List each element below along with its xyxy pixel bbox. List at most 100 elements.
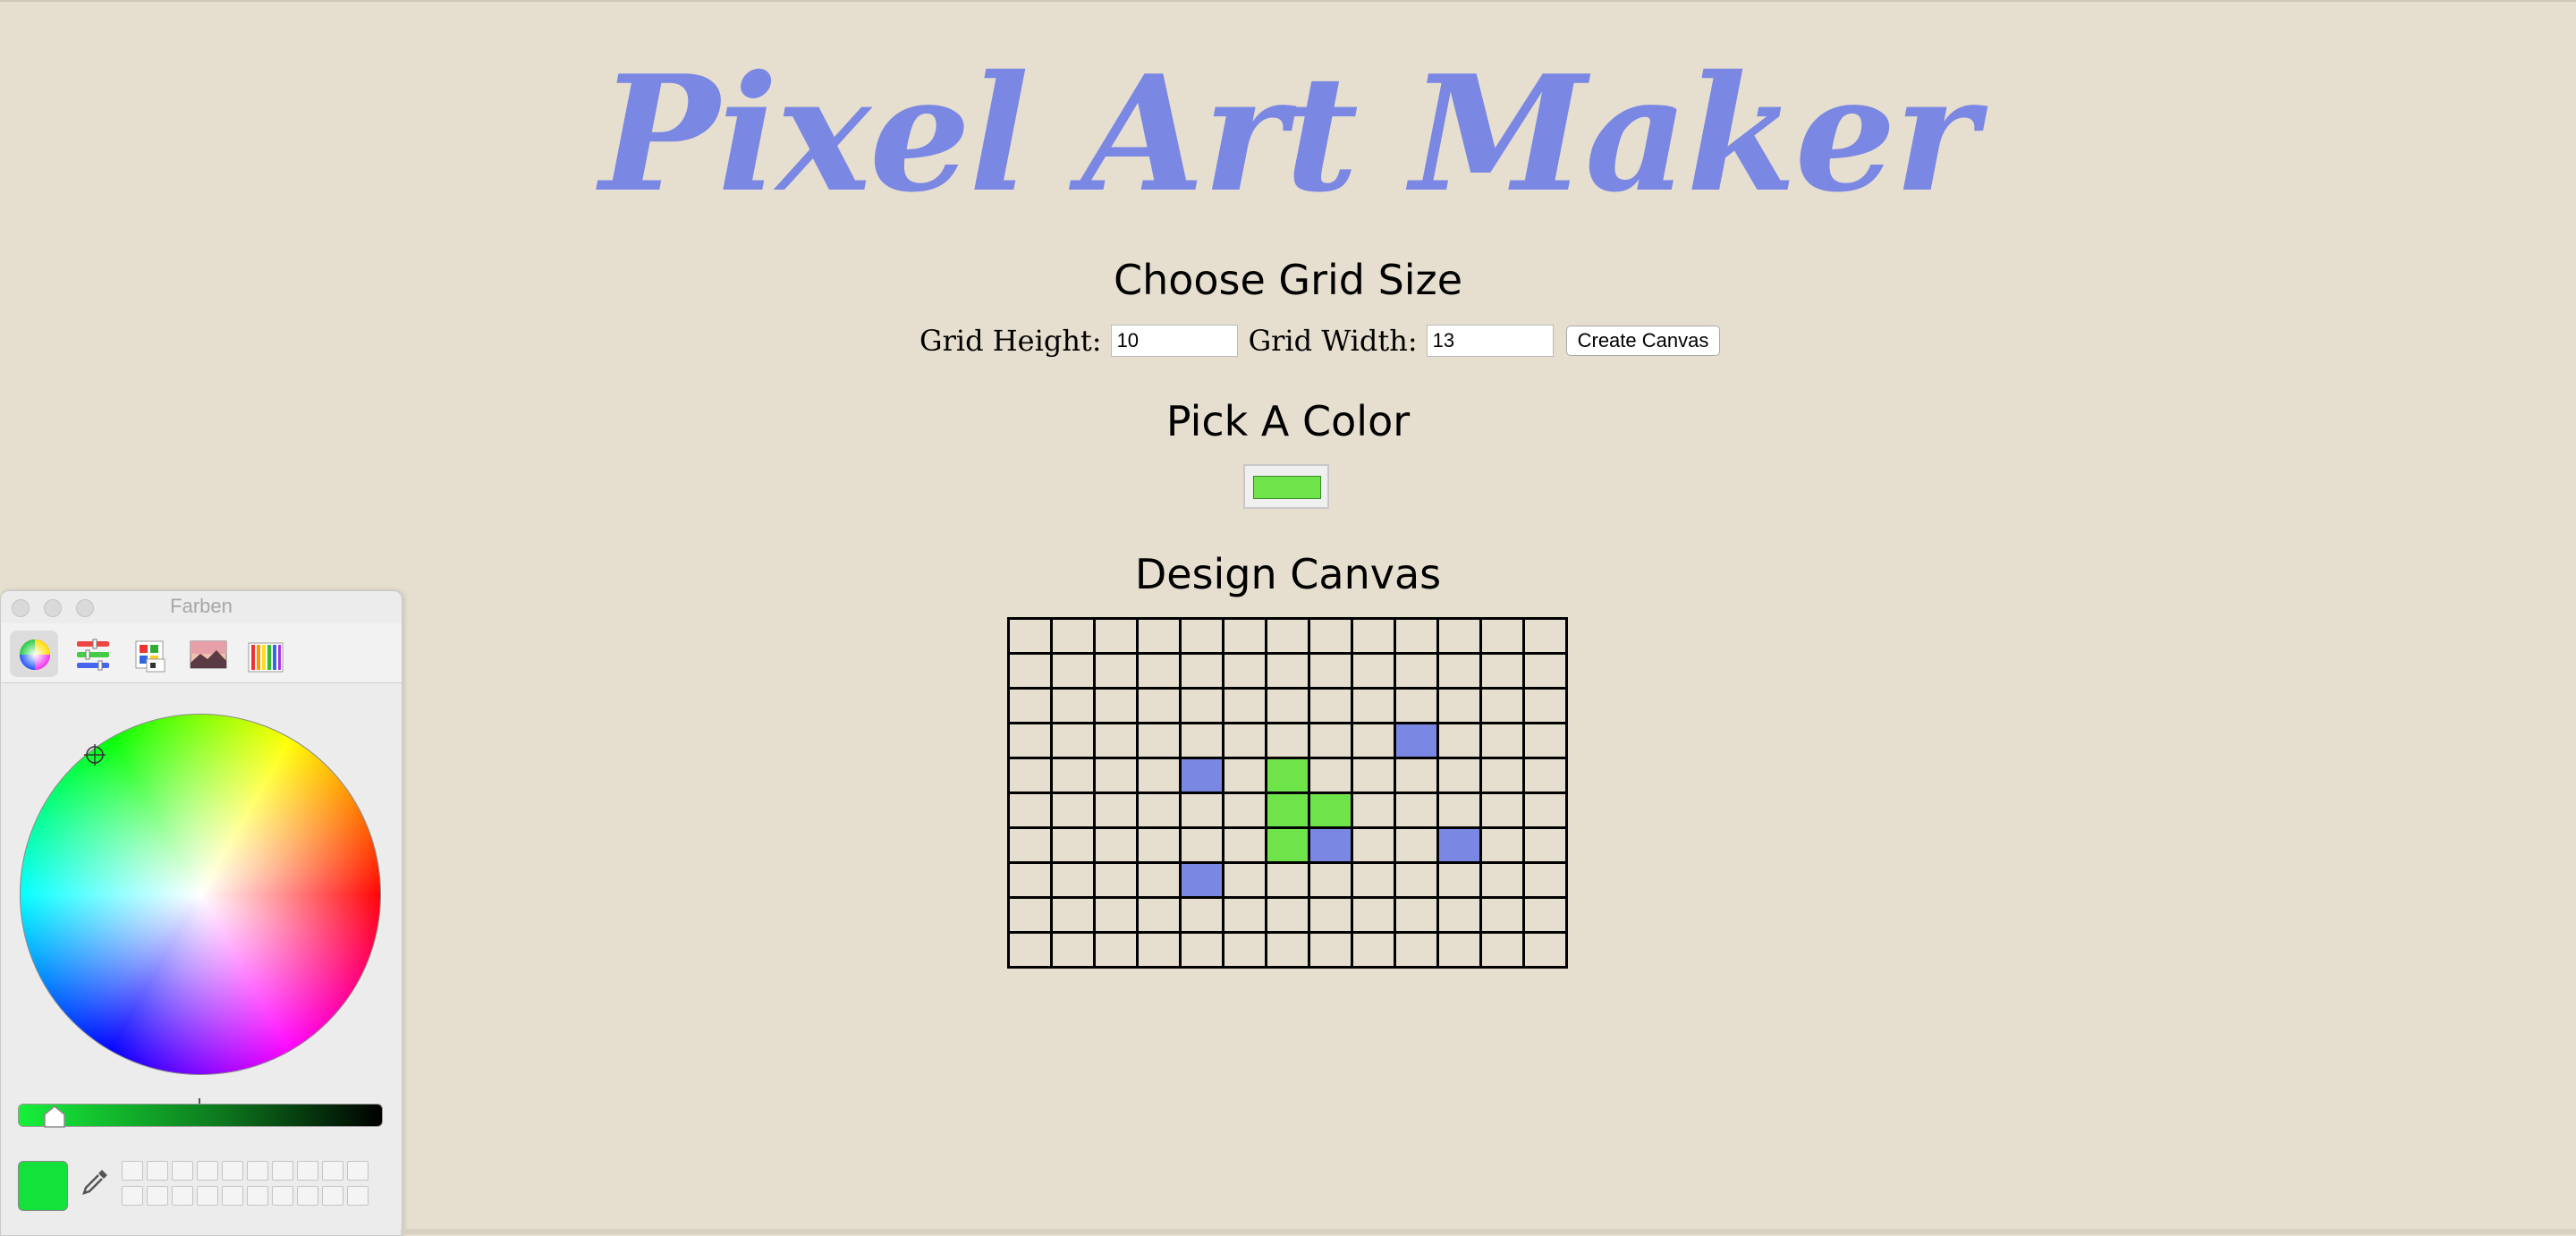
canvas-cell[interactable]: [1522, 826, 1568, 864]
canvas-cell[interactable]: [1351, 617, 1396, 655]
canvas-cell[interactable]: [1308, 652, 1353, 690]
canvas-cell[interactable]: [1522, 687, 1568, 724]
swatch-slot[interactable]: [222, 1186, 243, 1206]
canvas-cell[interactable]: [1179, 617, 1224, 655]
canvas-cell[interactable]: [1436, 617, 1482, 655]
canvas-cell[interactable]: [1179, 722, 1224, 759]
canvas-cell[interactable]: [1265, 617, 1310, 655]
canvas-cell[interactable]: [1050, 757, 1096, 794]
canvas-cell[interactable]: [1179, 826, 1224, 864]
canvas-cell[interactable]: [1351, 792, 1396, 829]
canvas-cell[interactable]: [1050, 792, 1096, 829]
canvas-cell[interactable]: [1093, 931, 1139, 969]
canvas-cell[interactable]: [1351, 931, 1396, 969]
swatch-slot[interactable]: [272, 1186, 293, 1206]
brightness-slider[interactable]: [18, 1104, 383, 1127]
canvas-cell[interactable]: [1351, 722, 1396, 759]
canvas-cell[interactable]: [1308, 757, 1353, 794]
canvas-cell[interactable]: [1179, 931, 1224, 969]
canvas-cell[interactable]: [1265, 652, 1310, 690]
canvas-cell[interactable]: [1394, 931, 1439, 969]
canvas-cell[interactable]: [1222, 896, 1267, 934]
eyedropper-icon[interactable]: [79, 1166, 111, 1198]
canvas-cell[interactable]: [1479, 722, 1525, 759]
canvas-cell[interactable]: [1394, 826, 1439, 864]
canvas-cell[interactable]: [1265, 826, 1310, 864]
canvas-cell[interactable]: [1308, 792, 1353, 829]
panel-titlebar[interactable]: Farben: [1, 591, 402, 623]
color-picker-input[interactable]: [1243, 464, 1329, 509]
canvas-cell[interactable]: [1007, 617, 1053, 655]
canvas-cell[interactable]: [1265, 896, 1310, 934]
canvas-cell[interactable]: [1436, 687, 1482, 724]
canvas-cell[interactable]: [1479, 792, 1525, 829]
canvas-cell[interactable]: [1308, 896, 1353, 934]
canvas-cell[interactable]: [1007, 652, 1053, 690]
canvas-cell[interactable]: [1479, 652, 1525, 690]
canvas-cell[interactable]: [1436, 757, 1482, 794]
canvas-cell[interactable]: [1479, 617, 1525, 655]
canvas-cell[interactable]: [1222, 687, 1267, 724]
canvas-cell[interactable]: [1265, 722, 1310, 759]
canvas-cell[interactable]: [1050, 826, 1096, 864]
canvas-cell[interactable]: [1308, 861, 1353, 899]
swatch-slot[interactable]: [147, 1186, 168, 1206]
swatch-slot[interactable]: [172, 1186, 193, 1206]
canvas-cell[interactable]: [1093, 652, 1139, 690]
canvas-cell[interactable]: [1222, 861, 1267, 899]
canvas-cell[interactable]: [1265, 792, 1310, 829]
canvas-cell[interactable]: [1522, 757, 1568, 794]
canvas-cell[interactable]: [1222, 617, 1267, 655]
canvas-cell[interactable]: [1136, 826, 1182, 864]
swatch-slot[interactable]: [147, 1161, 168, 1181]
canvas-cell[interactable]: [1436, 826, 1482, 864]
canvas-cell[interactable]: [1050, 617, 1096, 655]
canvas-cell[interactable]: [1479, 931, 1525, 969]
canvas-cell[interactable]: [1522, 617, 1568, 655]
canvas-cell[interactable]: [1179, 652, 1224, 690]
swatch-slot[interactable]: [347, 1161, 369, 1181]
canvas-cell[interactable]: [1351, 826, 1396, 864]
swatch-slot[interactable]: [297, 1161, 318, 1181]
canvas-cell[interactable]: [1351, 687, 1396, 724]
canvas-cell[interactable]: [1265, 757, 1310, 794]
swatch-slot[interactable]: [197, 1186, 218, 1206]
canvas-cell[interactable]: [1351, 861, 1396, 899]
canvas-cell[interactable]: [1522, 722, 1568, 759]
canvas-cell[interactable]: [1136, 757, 1182, 794]
canvas-cell[interactable]: [1436, 861, 1482, 899]
canvas-cell[interactable]: [1007, 792, 1053, 829]
canvas-cell[interactable]: [1007, 687, 1053, 724]
swatch-slot[interactable]: [247, 1186, 268, 1206]
canvas-cell[interactable]: [1394, 896, 1439, 934]
canvas-cell[interactable]: [1479, 826, 1525, 864]
canvas-cell[interactable]: [1136, 931, 1182, 969]
swatch-slot[interactable]: [197, 1161, 218, 1181]
canvas-cell[interactable]: [1436, 931, 1482, 969]
canvas-cell[interactable]: [1179, 792, 1224, 829]
brightness-slider-knob[interactable]: [43, 1105, 66, 1129]
canvas-cell[interactable]: [1093, 687, 1139, 724]
canvas-cell[interactable]: [1007, 826, 1053, 864]
canvas-cell[interactable]: [1050, 861, 1096, 899]
canvas-cell[interactable]: [1222, 826, 1267, 864]
canvas-cell[interactable]: [1222, 931, 1267, 969]
image-palettes-tab[interactable]: [182, 631, 230, 677]
canvas-cell[interactable]: [1436, 652, 1482, 690]
canvas-cell[interactable]: [1394, 687, 1439, 724]
canvas-cell[interactable]: [1050, 931, 1096, 969]
canvas-cell[interactable]: [1308, 931, 1353, 969]
swatch-slot[interactable]: [272, 1161, 293, 1181]
canvas-cell[interactable]: [1308, 687, 1353, 724]
canvas-cell[interactable]: [1179, 757, 1224, 794]
canvas-cell[interactable]: [1308, 722, 1353, 759]
current-color-well[interactable]: [18, 1161, 68, 1211]
swatch-slot[interactable]: [122, 1186, 143, 1206]
canvas-cell[interactable]: [1136, 722, 1182, 759]
swatch-slot[interactable]: [222, 1161, 243, 1181]
color-palettes-tab[interactable]: [124, 631, 173, 677]
swatch-slot[interactable]: [172, 1161, 193, 1181]
crosshair-icon[interactable]: [84, 744, 106, 766]
color-wheel-tab[interactable]: [10, 631, 58, 677]
canvas-cell[interactable]: [1394, 792, 1439, 829]
